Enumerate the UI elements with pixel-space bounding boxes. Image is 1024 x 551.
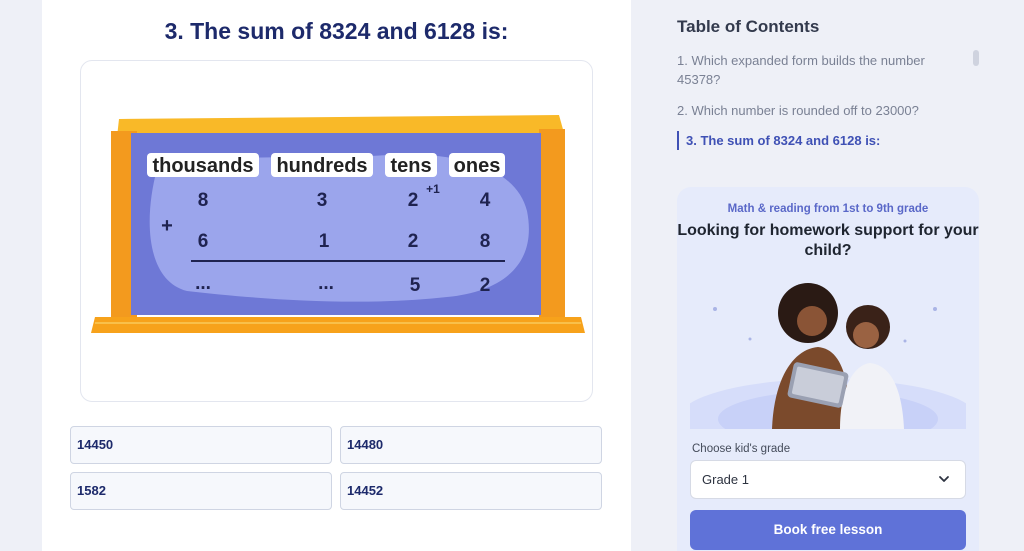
- question-illustration: thousands hundreds tens ones +1 8 3 2 4 …: [80, 60, 593, 402]
- art-dot: [903, 339, 907, 343]
- mother-face: [797, 306, 827, 336]
- row1-hundreds: 3: [317, 190, 328, 211]
- result-ones: 2: [480, 275, 491, 296]
- girl-body: [840, 363, 904, 429]
- toc-item-2[interactable]: 2. Which number is rounded off to 23000?: [677, 101, 957, 120]
- grade-select[interactable]: Grade 1: [690, 460, 966, 499]
- row2-hundreds: 1: [319, 231, 330, 252]
- col-label-hundreds: hundreds: [276, 155, 367, 177]
- answer-option-1[interactable]: 14450: [70, 426, 332, 464]
- toc-scrollbar[interactable]: [973, 50, 979, 66]
- art-dot: [713, 307, 717, 311]
- plus-sign: +: [161, 215, 173, 237]
- chevron-down-icon: [939, 476, 949, 482]
- answer-option-3[interactable]: 1582: [70, 472, 332, 510]
- col-label-tens: tens: [390, 155, 431, 177]
- col-label-ones: ones: [454, 155, 501, 177]
- board-ledge: [91, 317, 585, 333]
- result-tens: 5: [410, 275, 421, 296]
- toc-item-3[interactable]: 3. The sum of 8324 and 6128 is:: [677, 131, 957, 150]
- question-card: 3. The sum of 8324 and 6128 is: thousand…: [42, 0, 631, 551]
- art-dot: [748, 337, 752, 341]
- book-free-lesson-button[interactable]: Book free lesson: [690, 510, 966, 550]
- row2-thousands: 6: [198, 231, 209, 252]
- carry-mark: +1: [426, 182, 440, 196]
- art-dot: [933, 307, 937, 311]
- board-frame-right: [539, 129, 565, 323]
- grade-select-value: Grade 1: [702, 472, 749, 487]
- answer-option-2[interactable]: 14480: [340, 426, 602, 464]
- result-hundreds: ...: [318, 273, 334, 294]
- promo-tagline: Math & reading from 1st to 9th grade: [727, 203, 929, 215]
- promo-card: Math & reading from 1st to 9th grade Loo…: [677, 187, 979, 551]
- grade-label: Choose kid's grade: [692, 443, 791, 455]
- girl-face: [853, 322, 879, 348]
- place-value-board: thousands hundreds tens ones +1 8 3 2 4 …: [91, 115, 585, 333]
- promo-heading: Looking for homework support for your ch…: [677, 222, 979, 259]
- question-title: 3. The sum of 8324 and 6128 is:: [164, 18, 509, 44]
- toc-item-1[interactable]: 1. Which expanded form builds the number…: [677, 51, 957, 89]
- col-label-thousands: thousands: [152, 155, 253, 177]
- row2-ones: 8: [480, 231, 491, 252]
- row1-ones: 4: [480, 190, 491, 211]
- row1-tens: 2: [408, 190, 419, 211]
- result-thousands: ...: [195, 273, 211, 294]
- mother-daughter-tablet-illustration: [690, 283, 966, 429]
- row2-tens: 2: [408, 231, 419, 252]
- sidebar: Table of Contents 1. Which expanded form…: [677, 0, 997, 551]
- row1-thousands: 8: [198, 190, 209, 211]
- answer-option-4[interactable]: 14452: [340, 472, 602, 510]
- toc-title: Table of Contents: [677, 17, 820, 36]
